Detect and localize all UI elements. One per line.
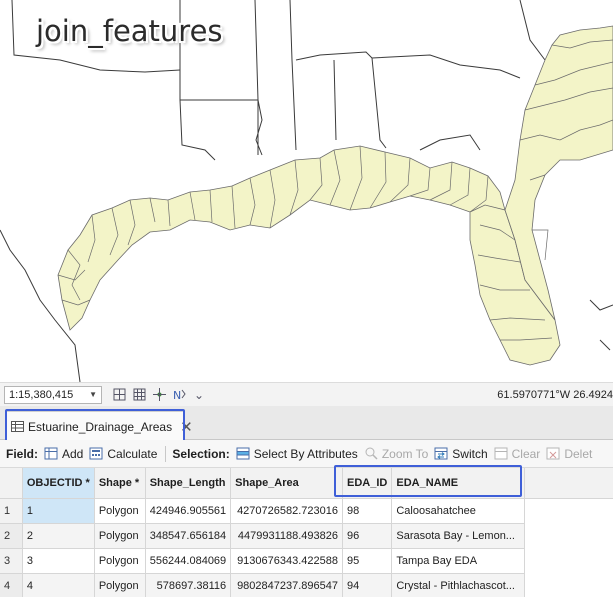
cell-eda-id[interactable]: 98: [342, 498, 393, 524]
calculator-icon: [89, 446, 104, 461]
cell-shape[interactable]: Polygon: [94, 523, 146, 549]
status-tools: N ⌄: [112, 388, 206, 402]
cell-empty: [524, 548, 613, 573]
row-number[interactable]: 1: [0, 498, 23, 524]
tab-label: Estuarine_Drainage_Areas: [28, 419, 173, 434]
row-number[interactable]: 4: [0, 573, 23, 597]
column-header-shape-length[interactable]: Shape_Length: [145, 468, 232, 499]
calculate-field-button[interactable]: Calculate: [89, 446, 157, 461]
row-number[interactable]: 3: [0, 548, 23, 574]
cell-eda-id[interactable]: 96: [342, 523, 393, 549]
cell-objectid[interactable]: 1: [22, 498, 95, 524]
row-header-corner: [0, 468, 23, 499]
table-row[interactable]: 2 2 Polygon 348547.656184 4479931188.493…: [0, 523, 613, 549]
cell-objectid[interactable]: 3: [22, 548, 95, 574]
estuarine-polygons: [57, 25, 613, 366]
cell-empty: [524, 573, 613, 597]
switch-label: Switch: [452, 446, 488, 461]
field-label: Field:: [6, 446, 38, 461]
cell-empty: [524, 498, 613, 523]
snapping-icon[interactable]: [152, 388, 166, 402]
cell-shape-length[interactable]: 424946.905561: [145, 498, 232, 524]
chevron-down-icon[interactable]: ⌄: [192, 388, 206, 402]
chevron-down-icon: ▼: [89, 390, 97, 399]
column-header-eda-name[interactable]: EDA_NAME: [391, 468, 525, 499]
scale-selector[interactable]: 1:15,380,415 ▼: [4, 385, 102, 404]
delete-icon: [546, 446, 561, 461]
table-row[interactable]: 4 4 Polygon 578697.38116 9802847237.8965…: [0, 573, 613, 597]
calculate-label: Calculate: [107, 446, 158, 461]
column-header-objectid[interactable]: OBJECTID *: [22, 468, 95, 499]
column-header-empty: [524, 468, 613, 499]
delete-label: Delet: [564, 446, 593, 461]
cell-shape[interactable]: Polygon: [94, 498, 146, 524]
cell-shape-area[interactable]: 9802847237.896547: [230, 573, 344, 597]
scale-value: 1:15,380,415: [9, 388, 74, 401]
cell-objectid[interactable]: 4: [22, 573, 95, 597]
switch-icon: [434, 446, 449, 461]
clear-icon: [494, 446, 509, 461]
table-row[interactable]: 1 1 Polygon 424946.905561 4270726582.723…: [0, 498, 613, 524]
cell-eda-name[interactable]: Caloosahatchee: [391, 498, 525, 524]
table-icon: [11, 420, 24, 433]
select-by-attributes-button[interactable]: Select By Attributes: [236, 446, 358, 461]
cell-eda-id[interactable]: 94: [342, 573, 393, 597]
cell-eda-name[interactable]: Tampa Bay EDA: [391, 548, 525, 574]
map-canvas: [0, 0, 613, 382]
close-icon[interactable]: ✕: [180, 418, 193, 436]
cell-shape-area[interactable]: 9130676343.422588: [230, 548, 344, 574]
cell-empty: [524, 523, 613, 548]
clear-label: Clear: [511, 446, 541, 461]
cell-objectid[interactable]: 2: [22, 523, 95, 549]
zoom-to-label: Zoom To: [381, 446, 429, 461]
cell-eda-id[interactable]: 95: [342, 548, 393, 574]
column-header-eda-id[interactable]: EDA_ID: [342, 468, 393, 499]
grid-icon[interactable]: [112, 388, 126, 402]
table-toolbar: Field: Add Calculate Selection: Select B…: [0, 440, 613, 468]
selection-label: Selection:: [172, 446, 230, 461]
zoom-to-button[interactable]: Zoom To: [364, 446, 428, 461]
attribute-table: OBJECTID * Shape * Shape_Length Shape_Ar…: [0, 468, 613, 597]
rotation-icon[interactable]: N: [172, 388, 186, 402]
coordinate-readout: 61.5970771°W 26.4924: [497, 388, 613, 401]
add-field-icon: [44, 446, 59, 461]
attribute-grid: OBJECTID * Shape * Shape_Length Shape_Ar…: [0, 468, 613, 597]
toolbar-divider: [165, 445, 167, 462]
cell-shape-area[interactable]: 4479931188.493826: [230, 523, 344, 549]
cell-shape[interactable]: Polygon: [94, 548, 146, 574]
table-tab-strip: Estuarine_Drainage_Areas ✕: [0, 406, 613, 442]
map-view[interactable]: join_features: [0, 0, 613, 382]
row-number[interactable]: 2: [0, 523, 23, 549]
cell-shape-length[interactable]: 348547.656184: [145, 523, 232, 549]
cell-eda-name[interactable]: Sarasota Bay - Lemon...: [391, 523, 525, 549]
clear-selection-button[interactable]: Clear: [494, 446, 541, 461]
column-header-shape[interactable]: Shape *: [94, 468, 146, 499]
cell-shape-length[interactable]: 578697.38116: [145, 573, 232, 597]
map-status-bar: 1:15,380,415 ▼ N ⌄ 61.5970771°W 26.4924: [0, 382, 613, 406]
switch-selection-button[interactable]: Switch: [434, 446, 488, 461]
table-header-row: OBJECTID * Shape * Shape_Length Shape_Ar…: [0, 468, 613, 499]
arcgis-window: join_features 1:15,380,415 ▼ N ⌄ 61.5970…: [0, 0, 613, 597]
add-label: Add: [62, 446, 84, 461]
layer-title: join_features: [36, 14, 223, 48]
table-row[interactable]: 3 3 Polygon 556244.084069 9130676343.422…: [0, 548, 613, 574]
table-grid-icon[interactable]: [132, 388, 146, 402]
cell-shape-area[interactable]: 4270726582.723016: [230, 498, 344, 524]
svg-text:N: N: [173, 389, 181, 401]
cell-shape-length[interactable]: 556244.084069: [145, 548, 232, 574]
cell-eda-name[interactable]: Crystal - Pithlachascot...: [391, 573, 525, 597]
zoom-to-icon: [364, 446, 379, 461]
column-header-shape-area[interactable]: Shape_Area: [230, 468, 344, 499]
select-by-attributes-label: Select By Attributes: [253, 446, 358, 461]
select-by-attributes-icon: [236, 446, 251, 461]
delete-button[interactable]: Delet: [546, 446, 592, 461]
add-field-button[interactable]: Add: [44, 446, 83, 461]
cell-shape[interactable]: Polygon: [94, 573, 146, 597]
tab-estuarine-drainage-areas[interactable]: Estuarine_Drainage_Areas ✕: [6, 411, 193, 441]
